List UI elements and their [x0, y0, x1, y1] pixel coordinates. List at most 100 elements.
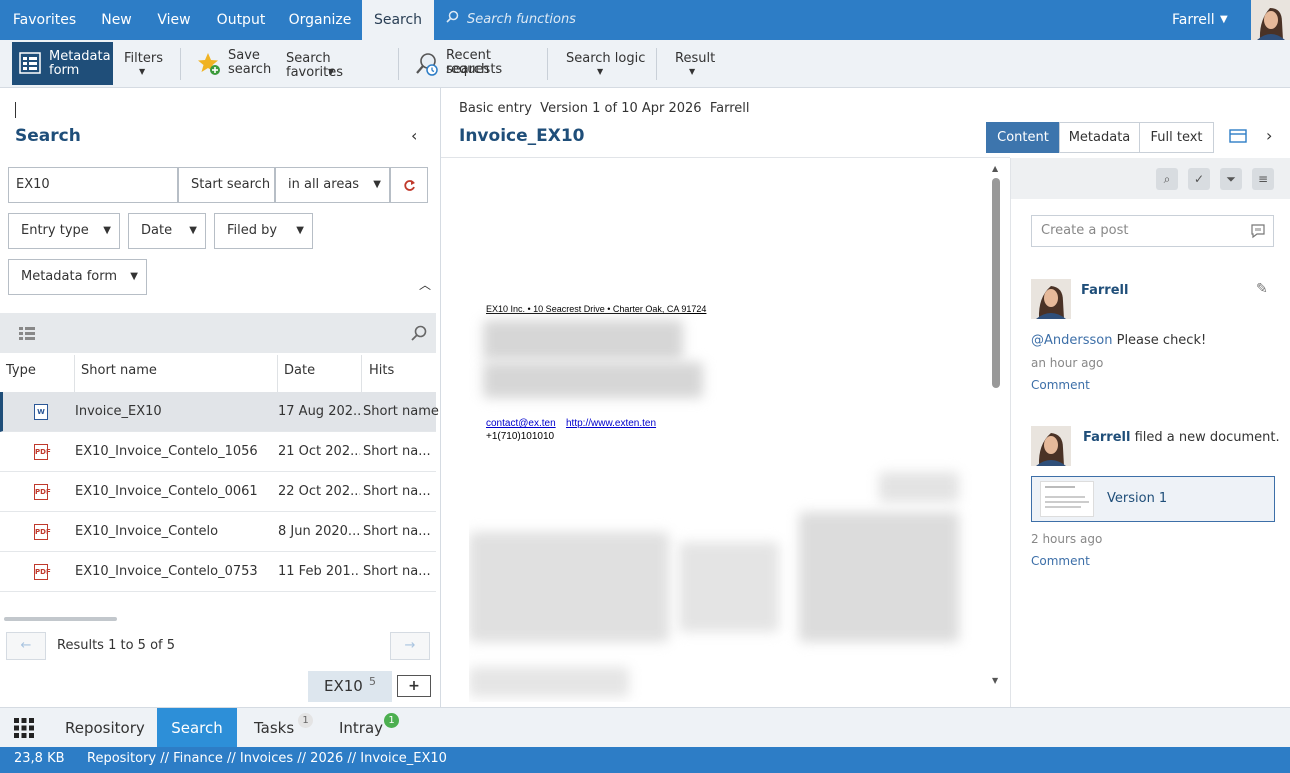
menu-output[interactable]: Output [204, 0, 278, 40]
comment-link[interactable]: Comment [1031, 554, 1090, 568]
metadata-form-select[interactable]: Metadata form ▼ [8, 259, 147, 295]
layout-icon[interactable] [1229, 129, 1247, 143]
saved-search-label: EX10 [324, 677, 363, 695]
chevron-down-icon: ▼ [189, 225, 197, 236]
metadata-form-button[interactable]: Metadata form [12, 42, 113, 85]
tab-full-text[interactable]: Full text [1139, 122, 1214, 153]
column-divider[interactable] [361, 355, 362, 393]
row-short-name: Invoice_EX10 [75, 404, 162, 419]
table-row[interactable]: PDF EX10_Invoice_Contelo_0753 11 Feb 201… [0, 552, 436, 592]
horizontal-scrollbar[interactable] [4, 617, 117, 621]
blurred-content [679, 542, 779, 632]
search-icon[interactable]: ⌕ [1156, 168, 1178, 190]
post-message: Please check! [1112, 333, 1207, 348]
search-input[interactable]: EX10 [8, 167, 178, 203]
search-functions-input[interactable]: Search functions [446, 0, 576, 40]
menu-organize[interactable]: Organize [278, 0, 362, 40]
column-divider[interactable] [277, 355, 278, 393]
activity-text: Farrell filed a new document. [1083, 430, 1280, 445]
area-select[interactable]: in all areas ▼ [275, 167, 390, 203]
column-header-short-name[interactable]: Short name [81, 363, 157, 378]
breadcrumb[interactable]: Repository // Finance // Invoices // 202… [87, 751, 447, 766]
version-card[interactable]: Version 1 [1031, 476, 1275, 522]
nav-intray[interactable]: Intray [339, 708, 383, 748]
reset-search-button[interactable] [390, 167, 428, 203]
email-link[interactable]: contact@ex.ten [486, 418, 556, 429]
filters-button[interactable]: Filters ▼ [118, 40, 170, 87]
column-header-type[interactable]: Type [6, 363, 36, 378]
entry-type-filter[interactable]: Entry type ▼ [8, 213, 120, 249]
recent-search-requests-button[interactable]: Recent search requests [412, 40, 538, 87]
nav-repository[interactable]: Repository [65, 708, 145, 748]
row-short-name: EX10_Invoice_Contelo [75, 524, 219, 539]
scroll-up-icon[interactable]: ▲ [992, 164, 998, 173]
avatar[interactable] [1251, 0, 1290, 40]
menu-favorites[interactable]: Favorites [0, 0, 89, 40]
edit-pencil-icon[interactable]: ✎ [1256, 281, 1268, 297]
scroll-down-icon[interactable]: ▼ [992, 676, 998, 685]
table-row[interactable]: W Invoice_EX10 17 Aug 202... Short name [0, 392, 439, 432]
collapse-panel-icon[interactable]: ‹ [411, 126, 417, 145]
save-search-button[interactable]: Save search [193, 40, 273, 87]
chevron-right-icon[interactable]: › [1266, 126, 1272, 145]
column-settings-icon[interactable] [19, 326, 35, 340]
check-list-icon[interactable]: ✓ [1188, 168, 1210, 190]
result-button[interactable]: Result ▼ [669, 40, 721, 87]
next-page-button[interactable]: → [390, 632, 430, 660]
table-row[interactable]: PDF EX10_Invoice_Contelo_0061 22 Oct 202… [0, 472, 436, 512]
chevron-down-icon[interactable]: ▼ [1220, 0, 1228, 40]
row-short-name: EX10_Invoice_Contelo_1056 [75, 444, 258, 459]
tab-content[interactable]: Content [986, 122, 1060, 153]
saved-search-count: 5 [369, 675, 376, 688]
save-search-label-1: Save [228, 48, 260, 63]
blurred-content [469, 532, 669, 642]
pdf-document-icon: PDF [34, 444, 51, 460]
nav-tasks[interactable]: Tasks [254, 708, 294, 748]
chevron-down-icon: ▼ [328, 67, 335, 76]
vertical-scrollbar[interactable]: ▲ ▼ [990, 164, 1002, 686]
search-logic-button[interactable]: Search logic ▼ [560, 40, 646, 87]
tab-metadata[interactable]: Metadata [1059, 122, 1140, 153]
search-icon [446, 0, 459, 40]
user-menu[interactable]: Farrell [1172, 0, 1215, 40]
column-header-date[interactable]: Date [284, 363, 315, 378]
search-favorites-button[interactable]: Search favorites ▼ [280, 40, 386, 87]
scrollbar-thumb[interactable] [992, 178, 1000, 388]
activity-author[interactable]: Farrell [1083, 430, 1130, 445]
area-select-value: in all areas [288, 177, 360, 192]
previous-page-button[interactable]: ← [6, 632, 46, 660]
table-row[interactable]: PDF EX10_Invoice_Contelo 8 Jun 2020... S… [0, 512, 436, 552]
chevron-down-icon: ▼ [103, 225, 111, 236]
collapse-filters-icon[interactable]: ︿ [419, 276, 431, 293]
column-divider[interactable] [74, 355, 75, 393]
post-author[interactable]: Farrell [1081, 283, 1128, 298]
create-post-input[interactable]: Create a post [1031, 215, 1274, 247]
menu-search[interactable]: Search [362, 0, 434, 40]
chevron-down-icon: ▼ [296, 225, 304, 236]
filed-by-label: Filed by [227, 223, 278, 238]
comment-link[interactable]: Comment [1031, 378, 1090, 392]
menu-new[interactable]: New [89, 0, 144, 40]
table-row[interactable]: PDF EX10_Invoice_Contelo_1056 21 Oct 202… [0, 432, 436, 472]
nav-search[interactable]: Search [157, 708, 237, 748]
add-search-tab-button[interactable]: + [397, 675, 431, 697]
filter-icon[interactable]: ⏷ [1220, 168, 1242, 190]
column-header-hits[interactable]: Hits [369, 363, 394, 378]
ribbon-divider [547, 48, 548, 80]
chevron-down-icon: ▼ [373, 179, 381, 190]
top-menu-bar: Favorites New View Output Organize Searc… [0, 0, 1290, 40]
text-cursor [15, 102, 16, 118]
date-filter[interactable]: Date ▼ [128, 213, 206, 249]
filed-by-filter[interactable]: Filed by ▼ [214, 213, 313, 249]
saved-search-tab[interactable]: EX10 5 [308, 671, 392, 702]
start-search-button[interactable]: Start search [178, 167, 275, 203]
website-link[interactable]: http://www.exten.ten [566, 418, 656, 429]
mention-link[interactable]: @Andersson [1031, 333, 1112, 348]
list-icon[interactable]: ≡ [1252, 168, 1274, 190]
menu-view[interactable]: View [144, 0, 204, 40]
bottom-navigation: Repository Search Tasks 1 Intray 1 [0, 707, 1290, 748]
results-toolbar [0, 313, 436, 353]
search-icon[interactable] [411, 325, 427, 341]
app-grid-icon[interactable] [14, 718, 34, 738]
metadata-form-label-1: Metadata [49, 49, 111, 64]
